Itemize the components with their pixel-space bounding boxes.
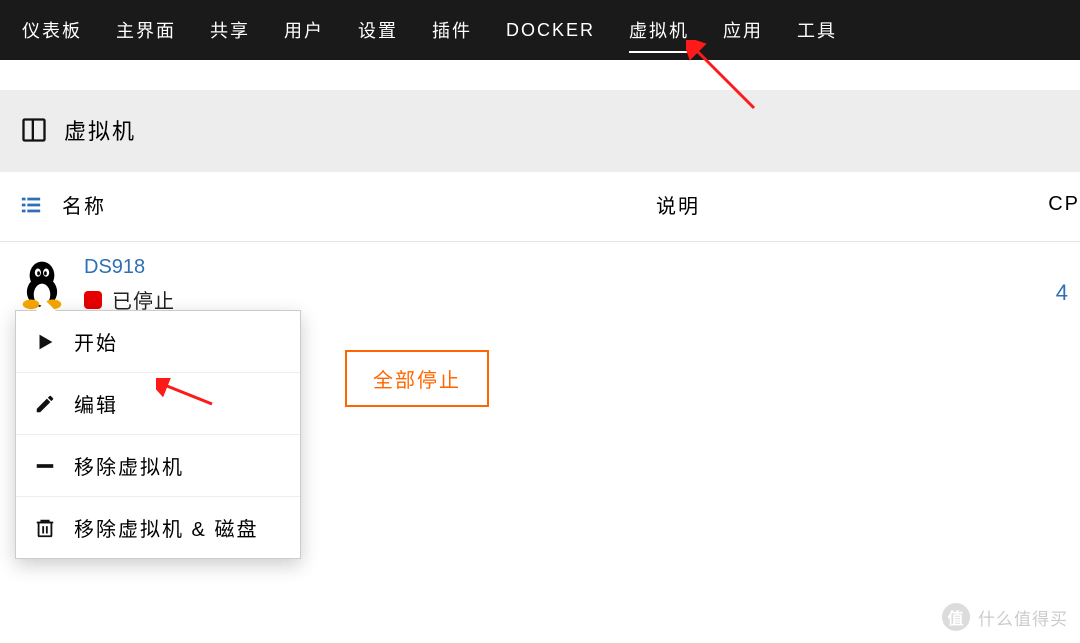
nav-dashboard[interactable]: 仪表板 <box>8 0 96 61</box>
pencil-icon <box>34 393 56 415</box>
column-desc: 说明 <box>656 190 700 219</box>
section-title: 虚拟机 <box>64 114 136 146</box>
nav-apps[interactable]: 应用 <box>709 0 777 61</box>
table-header: 名称 说明 CP <box>0 172 1080 242</box>
vm-cpu-count: 4 <box>1056 280 1068 306</box>
nav-settings[interactable]: 设置 <box>344 0 412 61</box>
section-header: 虚拟机 <box>0 90 1080 172</box>
stop-all-button[interactable]: 全部停止 <box>345 350 489 407</box>
menu-start[interactable]: 开始 <box>16 311 300 373</box>
minus-icon <box>34 455 56 477</box>
nav-vm[interactable]: 虚拟机 <box>615 0 703 61</box>
menu-remove-vm-disk-label: 移除虚拟机 & 磁盘 <box>74 513 258 542</box>
vm-name-link[interactable]: DS918 <box>84 256 175 279</box>
menu-remove-vm[interactable]: 移除虚拟机 <box>16 435 300 497</box>
menu-start-label: 开始 <box>74 327 118 356</box>
play-icon <box>34 331 56 353</box>
menu-remove-vm-disk[interactable]: 移除虚拟机 & 磁盘 <box>16 497 300 558</box>
menu-remove-vm-label: 移除虚拟机 <box>74 451 184 480</box>
nav-main[interactable]: 主界面 <box>102 0 190 61</box>
nav-share[interactable]: 共享 <box>196 0 264 61</box>
vm-panel-icon <box>20 116 48 144</box>
trash-icon <box>34 517 56 539</box>
column-name: 名称 <box>62 190 106 219</box>
watermark: 值 什么值得买 <box>942 603 1068 631</box>
watermark-text: 什么值得买 <box>978 605 1068 630</box>
list-icon[interactable] <box>20 194 42 216</box>
nav-tools[interactable]: 工具 <box>783 0 851 61</box>
status-indicator-stopped <box>84 291 102 309</box>
column-cpu: CP <box>1048 193 1080 216</box>
watermark-badge: 值 <box>942 603 970 631</box>
menu-edit-label: 编辑 <box>74 389 118 418</box>
nav-users[interactable]: 用户 <box>270 0 338 61</box>
nav-plugins[interactable]: 插件 <box>418 0 486 61</box>
vm-context-menu: 开始 编辑 移除虚拟机 移除虚拟机 & 磁盘 <box>15 310 301 559</box>
nav-docker[interactable]: DOCKER <box>492 2 609 59</box>
top-nav: 仪表板 主界面 共享 用户 设置 插件 DOCKER 虚拟机 应用 工具 <box>0 0 1080 60</box>
menu-edit[interactable]: 编辑 <box>16 373 300 435</box>
vm-info: DS918 已停止 <box>84 256 175 314</box>
